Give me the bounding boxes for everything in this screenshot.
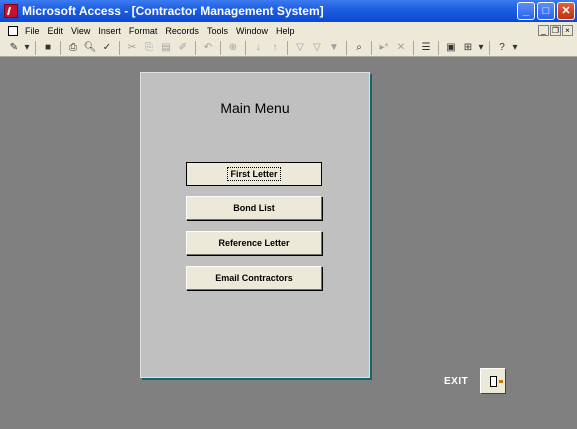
undo-icon[interactable]: ↶ <box>200 41 216 55</box>
toolbar-separator <box>195 40 196 55</box>
email-contractors-label: Email Contractors <box>215 273 293 283</box>
filter-by-selection-icon[interactable]: ▽ <box>292 41 308 55</box>
toolbar-separator <box>489 40 490 55</box>
copy-icon[interactable]: ⎘ <box>141 41 157 55</box>
filter-by-form-icon[interactable]: ▽ <box>309 41 325 55</box>
sort-descending-icon[interactable]: ↑ <box>267 41 283 55</box>
form-title: Main Menu <box>220 100 290 116</box>
mdi-restore-button[interactable]: ❐ <box>550 25 561 36</box>
format-painter-icon[interactable]: ✐ <box>175 41 191 55</box>
first-letter-button[interactable]: First Letter <box>186 162 322 186</box>
toolbar-separator <box>119 40 120 55</box>
new-object-icon[interactable]: ⊞ <box>460 41 476 55</box>
cut-icon[interactable]: ✂ <box>124 41 140 55</box>
properties-icon[interactable]: ☰ <box>418 41 434 55</box>
new-object-dropdown-icon[interactable]: ▾ <box>477 41 485 55</box>
main-menu-form: Main Menu First Letter Bond List Referen… <box>140 72 370 378</box>
menu-insert[interactable]: Insert <box>94 26 125 36</box>
toolbar-separator <box>245 40 246 55</box>
close-button[interactable]: ✕ <box>557 2 575 20</box>
menu-bar: File Edit View Insert Format Records Too… <box>0 22 577 39</box>
bond-list-button[interactable]: Bond List <box>186 196 322 220</box>
toolbar-separator <box>371 40 372 55</box>
bond-list-label: Bond List <box>233 203 275 213</box>
mdi-minimize-button[interactable]: _ <box>538 25 549 36</box>
reference-letter-button[interactable]: Reference Letter <box>186 231 322 255</box>
help-icon[interactable]: ? <box>494 41 510 55</box>
access-app-icon[interactable] <box>4 4 18 18</box>
toolbar: ✎ ▾ ■ ⎙ 🔍︎ ✓ ✂ ⎘ ▤ ✐ ↶ ⊕ ↓ ↑ ▽ ▽ ▼ ⌕ ▸* … <box>0 39 577 57</box>
window-title: Microsoft Access - [Contractor Managemen… <box>22 4 324 18</box>
menu-edit[interactable]: Edit <box>44 26 68 36</box>
apply-filter-icon[interactable]: ▼ <box>326 41 342 55</box>
title-bar[interactable]: Microsoft Access - [Contractor Managemen… <box>0 0 577 22</box>
maximize-button[interactable]: □ <box>537 2 555 20</box>
insert-hyperlink-icon[interactable]: ⊕ <box>225 41 241 55</box>
menu-format[interactable]: Format <box>125 26 162 36</box>
menu-records[interactable]: Records <box>161 26 203 36</box>
new-record-icon[interactable]: ▸* <box>376 41 392 55</box>
menu-file[interactable]: File <box>21 26 44 36</box>
menu-window[interactable]: Window <box>232 26 272 36</box>
toolbar-separator <box>60 40 61 55</box>
print-preview-icon[interactable]: 🔍︎ <box>82 41 98 55</box>
print-icon[interactable]: ⎙ <box>65 41 81 55</box>
toolbar-separator <box>438 40 439 55</box>
exit-button[interactable] <box>480 368 506 394</box>
delete-record-icon[interactable]: ✕ <box>393 41 409 55</box>
paste-icon[interactable]: ▤ <box>158 41 174 55</box>
help-dropdown-icon[interactable]: ▾ <box>511 41 519 55</box>
mdi-close-button[interactable]: × <box>562 25 573 36</box>
menu-help[interactable]: Help <box>272 26 299 36</box>
form-document-icon[interactable] <box>8 25 18 36</box>
dropdown-arrow-icon[interactable]: ▾ <box>23 41 31 55</box>
email-contractors-button[interactable]: Email Contractors <box>186 266 322 290</box>
sort-ascending-icon[interactable]: ↓ <box>250 41 266 55</box>
minimize-button[interactable]: _ <box>517 2 535 20</box>
first-letter-label: First Letter <box>227 167 281 181</box>
menu-view[interactable]: View <box>67 26 94 36</box>
exit-label: EXIT <box>444 376 469 387</box>
spelling-icon[interactable]: ✓ <box>99 41 115 55</box>
find-icon[interactable]: ⌕ <box>351 41 367 55</box>
design-view-icon[interactable]: ✎ <box>6 41 22 55</box>
toolbar-separator <box>35 40 36 55</box>
toolbar-separator <box>413 40 414 55</box>
database-window-icon[interactable]: ▣ <box>443 41 459 55</box>
toolbar-separator <box>220 40 221 55</box>
menu-tools[interactable]: Tools <box>203 26 232 36</box>
toolbar-separator <box>287 40 288 55</box>
toolbar-separator <box>346 40 347 55</box>
reference-letter-label: Reference Letter <box>218 238 290 248</box>
exit-door-icon <box>489 375 503 387</box>
save-icon[interactable]: ■ <box>40 41 56 55</box>
